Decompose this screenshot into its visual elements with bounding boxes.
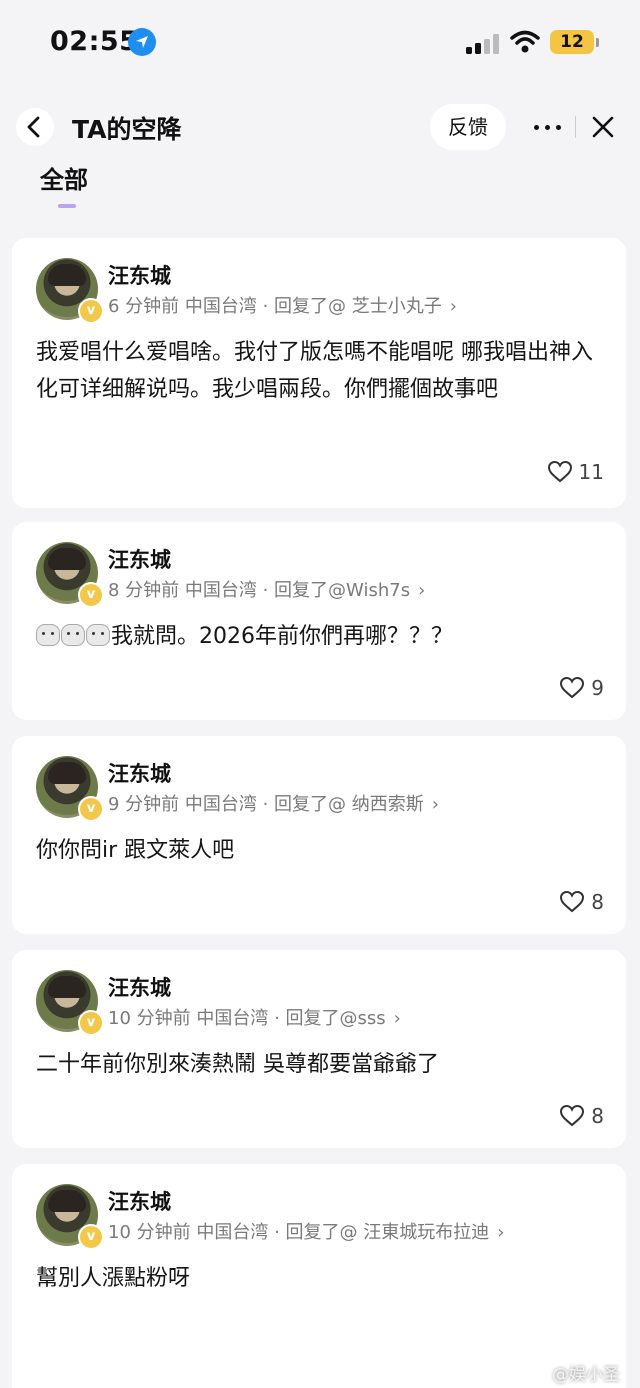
heart-icon — [547, 460, 572, 483]
comment-card: v 汪东城 10 分钟前 中国台湾 · 回复了@sss › 二十年前你別來湊熱鬧 … — [12, 950, 626, 1148]
wifi-icon — [510, 30, 540, 58]
verified-badge-icon: v — [78, 1224, 104, 1250]
verified-badge-icon: v — [78, 796, 104, 822]
comment-meta[interactable]: 9 分钟前 中国台湾 · 回复了@ 纳西索斯 › — [108, 790, 439, 816]
comment-meta[interactable]: 8 分钟前 中国台湾 · 回复了@Wish7s › — [108, 576, 425, 602]
heart-icon — [560, 890, 585, 913]
author-name[interactable]: 汪东城 — [108, 1186, 171, 1216]
comment-card: v 汪东城 8 分钟前 中国台湾 · 回复了@Wish7s › 我就問。2026年… — [12, 522, 626, 720]
status-time: 02:55 — [50, 26, 139, 57]
battery-level: 12 — [560, 32, 584, 52]
like-button[interactable]: 8 — [559, 890, 604, 914]
comment-text: 二十年前你別來湊熱鬧 吳尊都要當爺爺了 — [36, 1052, 439, 1077]
like-button[interactable]: 9 — [559, 676, 604, 700]
battery-nub — [596, 38, 599, 47]
back-button[interactable] — [16, 108, 54, 146]
close-button[interactable] — [580, 104, 626, 150]
battery-icon: 12 — [550, 30, 594, 54]
like-button[interactable]: 8 — [559, 1104, 604, 1128]
location-arrow-icon — [128, 28, 156, 56]
watermark: @娱小圣 — [552, 1365, 620, 1385]
verified-badge-icon: v — [78, 1010, 104, 1036]
like-count: 8 — [591, 1104, 604, 1128]
more-options-button[interactable] — [526, 104, 572, 150]
comment-card: v 汪东城 6 分钟前 中国台湾 · 回复了@ 芝士小丸子 › 我爱唱什么爱唱啥。… — [12, 238, 626, 508]
comment-meta[interactable]: 10 分钟前 中国台湾 · 回复了@sss › — [108, 1004, 401, 1030]
cat-emoji-icon — [86, 624, 110, 646]
comment-card: v 汪东城 10 分钟前 中国台湾 · 回复了@ 汪東城玩布拉迪 › 幫別人漲點粉… — [12, 1164, 626, 1388]
like-count: 8 — [591, 890, 604, 914]
comment-text: 我爱唱什么爱唱啥。我付了版怎嗎不能唱呢 哪我唱出神入化可详细解说吗。我少唱兩段。… — [36, 340, 593, 402]
chevron-right-icon: › — [418, 580, 426, 601]
verified-badge-icon: v — [78, 582, 104, 608]
meta-text: 10 分钟前 中国台湾 · 回复了@sss — [108, 1008, 386, 1029]
header-capsule: 反馈 — [430, 104, 624, 150]
heart-icon — [560, 1104, 585, 1127]
comment-text: 你你問ir 跟文萊人吧 — [36, 838, 235, 863]
like-count: 9 — [591, 676, 604, 700]
meta-text: 10 分钟前 中国台湾 · 回复了@ 汪東城玩布拉迪 — [108, 1222, 490, 1243]
comment-text: 我就問。2026年前你們再哪？？？ — [111, 624, 453, 649]
tab-active-indicator — [58, 204, 76, 208]
cellular-signal-icon — [466, 34, 502, 54]
close-icon — [592, 116, 614, 138]
chevron-right-icon: › — [497, 1222, 505, 1243]
like-count: 11 — [578, 460, 604, 484]
heart-icon — [560, 676, 585, 699]
comment-meta[interactable]: 6 分钟前 中国台湾 · 回复了@ 芝士小丸子 › — [108, 292, 457, 318]
meta-text: 6 分钟前 中国台湾 · 回复了@ 芝士小丸子 — [108, 296, 442, 317]
comment-text-block: 我就問。2026年前你們再哪？？？ — [36, 618, 608, 655]
author-name[interactable]: 汪东城 — [108, 544, 171, 574]
comment-meta[interactable]: 10 分钟前 中国台湾 · 回复了@ 汪東城玩布拉迪 › — [108, 1218, 504, 1244]
meta-text: 8 分钟前 中国台湾 · 回复了@Wish7s — [108, 580, 411, 601]
chevron-left-icon — [27, 116, 40, 138]
chevron-right-icon: › — [393, 1008, 401, 1029]
author-name[interactable]: 汪东城 — [108, 972, 171, 1002]
cat-emoji-icon — [36, 624, 60, 646]
meta-text: 9 分钟前 中国台湾 · 回复了@ 纳西索斯 — [108, 794, 424, 815]
comment-text: 幫別人漲點粉呀 — [36, 1266, 191, 1291]
status-bar: 02:55 12 — [0, 0, 640, 90]
author-name[interactable]: 汪东城 — [108, 260, 171, 290]
capsule-divider — [575, 116, 576, 138]
tab-all[interactable]: 全部 — [40, 160, 88, 195]
page-title: TA的空降 — [72, 115, 182, 144]
like-button[interactable]: 11 — [547, 460, 604, 484]
feedback-button[interactable]: 反馈 — [430, 104, 506, 150]
cat-emoji-icon — [61, 624, 85, 646]
comment-card: v 汪东城 9 分钟前 中国台湾 · 回复了@ 纳西索斯 › 你你問ir 跟文萊人… — [12, 736, 626, 934]
verified-badge-icon: v — [78, 298, 104, 324]
author-name[interactable]: 汪东城 — [108, 758, 171, 788]
chevron-right-icon: › — [431, 794, 439, 815]
chevron-right-icon: › — [449, 296, 457, 317]
